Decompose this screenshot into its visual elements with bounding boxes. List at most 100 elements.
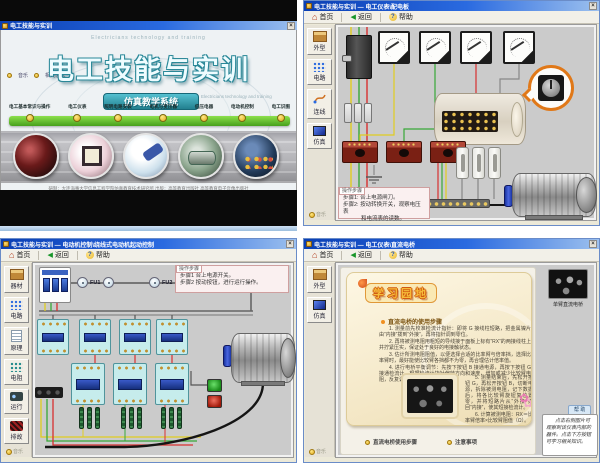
breaker-toggle[interactable]	[52, 278, 59, 292]
menu-ball-icon[interactable]	[200, 114, 208, 122]
motor-foot	[241, 381, 284, 386]
help-button[interactable]: ?帮助	[385, 10, 417, 24]
sidebar-item-principle[interactable]: 原理	[4, 327, 29, 355]
bottom-links: 直流电桥使用步骤 注意事项	[365, 438, 477, 446]
circuit-breaker[interactable]	[39, 267, 71, 303]
menu-item-diagrams[interactable]: 电工识图	[272, 104, 290, 122]
starting-resistor	[121, 407, 126, 429]
menu-item-lowvoltage[interactable]: 低压电器	[195, 104, 213, 122]
menu-item-basics[interactable]: 电工基本常识与操作	[9, 104, 50, 122]
switch-handle[interactable]	[342, 55, 352, 62]
back-button[interactable]: ◀返回	[43, 248, 72, 262]
menu-ball-icon[interactable]	[277, 114, 285, 122]
music-toggle[interactable]: 音乐	[309, 448, 326, 455]
cartridge-fuse	[354, 103, 362, 123]
sidebar-item-simulation[interactable]: 仿真	[307, 123, 332, 149]
rotary-cam-switch[interactable]	[434, 93, 526, 145]
switch-knob-closeup[interactable]	[538, 75, 564, 101]
help-button[interactable]: ?帮助	[82, 248, 114, 262]
sidebar-item-circuit[interactable]: 电路	[4, 297, 29, 323]
sidebar-item-appearance[interactable]: 外型	[307, 28, 332, 55]
menu-item-motorcontrol[interactable]: 电动机控制	[231, 104, 254, 122]
meter-scale	[423, 35, 449, 61]
step-line: 步骤1 合上电源开关。	[180, 273, 285, 280]
fuse-label-fu1: FU1	[90, 280, 100, 286]
contactor-label-band	[161, 333, 184, 342]
sidebar-item-run[interactable]: 运行	[4, 389, 29, 414]
motor-end-cap	[576, 177, 597, 212]
letterbox-top	[0, 0, 297, 21]
menu-item-meters[interactable]: 电工仪表	[68, 104, 86, 122]
bridge-photo	[401, 373, 459, 419]
analog-meter-4	[503, 31, 535, 64]
menu-item-machines[interactable]: 电机与变压器	[149, 104, 177, 122]
step-line: 步骤2 按动按钮，进行运行操作。	[180, 280, 285, 287]
back-button[interactable]: ◀返回	[346, 248, 375, 262]
link-usage-steps[interactable]: 直流电桥使用步骤	[365, 438, 417, 446]
menu-ball-icon[interactable]	[238, 114, 246, 122]
operation-steps-box: 操作步骤 步骤1: 合上电源闸刀。 步骤2: 按动转换开关，观察电压表 和电流表…	[338, 187, 430, 219]
box-icon	[313, 31, 327, 42]
close-icon[interactable]: ×	[286, 240, 294, 248]
sidebar-item-troubleshoot[interactable]: 排故	[4, 418, 29, 444]
menu-ball-icon[interactable]	[73, 114, 81, 122]
magnifier-callout	[528, 65, 574, 111]
board-toolbar: ⌂首页 ◀返回 ?帮助	[304, 11, 599, 24]
menu-item-lighting[interactable]: 照明电路安装	[104, 104, 132, 122]
home-button[interactable]: ⌂首页	[308, 10, 337, 24]
contactor-label-band	[42, 333, 65, 342]
help-icon: ?	[86, 251, 94, 259]
close-icon[interactable]: ×	[589, 2, 597, 10]
circuit-dots-icon	[10, 300, 23, 310]
sidebar-item-appearance[interactable]: 外型	[307, 266, 332, 293]
toolbar-separator	[341, 251, 342, 260]
start-button[interactable]	[207, 379, 222, 392]
menu-ball-icon[interactable]	[159, 114, 167, 122]
close-icon[interactable]: ×	[287, 22, 295, 30]
home-icon: ⌂	[312, 13, 317, 21]
starting-resistor	[87, 407, 92, 429]
step-line: 和电流表的读数。	[343, 216, 426, 223]
leaf-icon	[358, 279, 367, 288]
breaker-toggle[interactable]	[61, 278, 68, 292]
sidebar-item-equipment[interactable]: 器材	[4, 266, 29, 293]
music-toggle[interactable]: 音乐	[309, 211, 326, 218]
sidebar-item-simulation[interactable]: 仿真	[307, 297, 332, 323]
back-button[interactable]: ◀返回	[346, 10, 375, 24]
main-title: 电工技能与实训	[1, 48, 296, 87]
help-button[interactable]: ?帮助	[385, 248, 417, 262]
sidebar-item-wiring[interactable]: 连线	[307, 89, 332, 119]
sidebar-item-resistor[interactable]: 电阻	[4, 359, 29, 385]
window-splash: 电工技能与实训 × Electricians technology and tr…	[0, 0, 297, 231]
contactor-label-band	[76, 379, 100, 389]
menu-ball-icon[interactable]	[114, 114, 122, 122]
home-button[interactable]: ⌂首页	[5, 248, 34, 262]
sidebar-item-circuit[interactable]: 电路	[307, 59, 332, 85]
contactor-km3	[119, 319, 151, 355]
close-icon[interactable]: ×	[589, 240, 597, 248]
step-paragraph: 6. 计算被测电阻：RX＝比率臂倍率×比较臂阻值（Ω）。	[465, 412, 532, 424]
step-line: 步骤2: 按动转换开关，观察电压表	[343, 202, 426, 216]
step-paragraph: 1. 测量前先校准检流计指针：即将 G 接线柱短路，把金属镍片由“内接”拨到“外…	[379, 326, 531, 338]
analog-meter-1	[378, 31, 410, 64]
contactor-label-band	[118, 379, 142, 389]
knife-switch[interactable]	[346, 35, 372, 79]
stop-button[interactable]	[207, 395, 222, 408]
bridge-thumbnail[interactable]	[548, 269, 588, 299]
music-toggle[interactable]: 音乐	[6, 448, 23, 455]
toolbar-separator	[341, 13, 342, 22]
link-precautions[interactable]: 注意事项	[447, 438, 477, 446]
back-icon: ◀	[47, 252, 52, 259]
breaker-toggle[interactable]	[43, 278, 50, 292]
fuse-holder-2	[472, 147, 485, 179]
home-icon: ⌂	[312, 251, 317, 259]
help-icon: ?	[389, 251, 397, 259]
learning-card: 学习园地 直流电桥的使用步骤 1. 测量前先校准检流计指针：即将 G 接线柱短路…	[340, 267, 536, 455]
component-dots	[243, 155, 273, 169]
thumbnail-label: 单臂直流电桥	[540, 301, 596, 308]
meter-scale	[464, 35, 490, 61]
menu-ball-icon[interactable]	[26, 114, 34, 122]
current-transformer-2	[386, 141, 422, 163]
motorctl-toolbar: ⌂首页 ◀返回 ?帮助	[1, 249, 296, 262]
home-button[interactable]: ⌂首页	[308, 248, 337, 262]
